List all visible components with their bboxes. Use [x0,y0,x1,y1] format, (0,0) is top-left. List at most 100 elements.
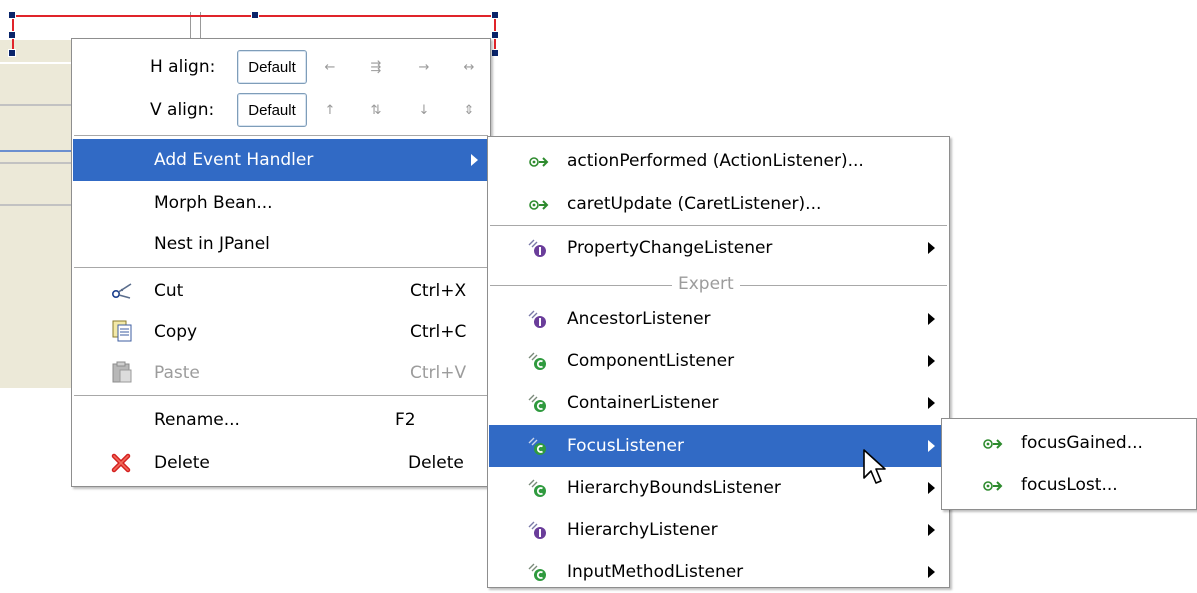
mouse-cursor-icon [862,448,888,493]
align-fill-v-icon[interactable]: ⇕ [457,103,481,118]
menu-item-property-change-listener[interactable]: PropertyChangeListener [489,227,948,269]
align-bottom-icon[interactable]: ↓ [412,103,436,118]
submenu-arrow-icon [928,524,935,536]
align-fill-h-icon[interactable]: ↔ [457,60,481,75]
menu-item-label: Delete [154,453,210,473]
menu-shortcut: Delete [408,453,464,473]
resize-handle[interactable] [491,49,499,57]
resize-handle[interactable] [251,11,259,19]
menu-item-focus-lost[interactable]: focusLost... [943,465,1195,505]
interface-listener-icon [527,308,549,335]
submenu-arrow-icon [928,397,935,409]
menu-item-action-performed[interactable]: actionPerformed (ActionListener)... [489,139,948,183]
menu-item-delete[interactable]: Delete Delete [73,442,489,484]
align-center-v-icon[interactable]: ⇅ [364,103,388,118]
resize-handle[interactable] [491,11,499,19]
menu-item-label: Rename... [154,410,240,430]
menu-item-label: actionPerformed (ActionListener)... [567,151,864,171]
menu-item-label: Copy [154,322,198,342]
menu-separator [74,395,488,396]
class-listener-icon [527,435,549,462]
v-align-row: V align: Default ↑ ⇅ ↓ ⇕ [73,91,489,129]
event-method-icon [983,436,1005,456]
scissors-icon [111,281,133,306]
submenu-arrow-icon [928,355,935,367]
menu-item-rename[interactable]: Rename... F2 [73,399,489,441]
event-handler-submenu: actionPerformed (ActionListener)... care… [487,136,950,588]
menu-item-label: ComponentListener [567,351,735,371]
align-center-h-icon[interactable]: ⇶ [364,60,388,75]
submenu-arrow-icon [928,313,935,325]
resize-handle[interactable] [491,31,499,39]
menu-item-container-listener[interactable]: ContainerListener [489,382,948,424]
menu-item-label: Nest in JPanel [154,234,270,254]
menu-shortcut: F2 [395,410,416,430]
menu-item-label: InputMethodListener [567,562,744,582]
menu-separator [490,225,947,226]
menu-item-label: caretUpdate (CaretListener)... [567,194,822,214]
menu-item-copy[interactable]: Copy Ctrl+C [73,312,489,352]
menu-item-add-event-handler[interactable]: Add Event Handler [73,139,489,181]
menu-item-label: Cut [154,281,184,301]
canvas-divider [0,104,72,106]
menu-item-label: focusGained... [1021,433,1143,453]
resize-handle[interactable] [8,49,16,57]
context-menu: H align: Default ← ⇶ → ↔ V align: Defaul… [71,38,491,487]
h-align-select[interactable]: Default [237,50,307,84]
resize-handle[interactable] [8,11,16,19]
submenu-arrow-icon [928,440,935,452]
resize-handle[interactable] [8,31,16,39]
menu-item-label: PropertyChangeListener [567,238,773,258]
menu-item-caret-update[interactable]: caretUpdate (CaretListener)... [489,183,948,225]
canvas-divider [0,204,72,206]
menu-item-label: Add Event Handler [154,150,314,170]
menu-shortcut: Ctrl+C [410,322,467,342]
menu-item-label: ContainerListener [567,393,719,413]
menu-item-label: FocusListener [567,436,684,456]
class-listener-icon [527,350,549,377]
menu-shortcut: Ctrl+V [410,363,467,383]
submenu-arrow-icon [471,154,478,166]
event-method-icon [983,478,1005,498]
copy-icon [111,320,133,347]
event-method-icon [529,154,551,174]
menu-item-nest-in-jpanel[interactable]: Nest in JPanel [73,223,489,265]
submenu-arrow-icon [928,482,935,494]
interface-listener-icon [527,237,549,264]
interface-listener-icon [527,519,549,546]
menu-item-morph-bean[interactable]: Morph Bean... [73,182,489,224]
class-listener-icon [527,392,549,419]
menu-item-label: HierarchyListener [567,520,718,540]
menu-item-label: focusLost... [1021,475,1118,495]
menu-item-label: Paste [154,363,200,383]
menu-item-paste[interactable]: Paste Ctrl+V [73,353,489,393]
menu-item-cut[interactable]: Cut Ctrl+X [73,271,489,311]
class-listener-icon [527,477,549,504]
v-align-label: V align: [150,100,215,120]
menu-item-ancestor-listener[interactable]: AncestorListener [489,299,948,339]
delete-x-icon [111,453,131,478]
expert-label: Expert [672,274,740,294]
class-listener-icon [527,561,549,588]
menu-item-focus-gained[interactable]: focusGained... [943,423,1195,463]
menu-item-input-method-listener[interactable]: InputMethodListener [489,551,948,593]
menu-item-hierarchy-listener[interactable]: HierarchyListener [489,509,948,551]
v-align-select[interactable]: Default [237,93,307,127]
focus-listener-submenu: focusGained... focusLost... [941,418,1197,510]
menu-separator [74,267,488,268]
align-left-icon[interactable]: ← [318,60,342,75]
canvas-panel [0,40,72,388]
menu-item-component-listener[interactable]: ComponentListener [489,340,948,382]
canvas-divider [0,162,72,164]
align-right-icon[interactable]: → [412,60,436,75]
event-method-icon [529,197,551,217]
canvas-divider [0,62,72,64]
h-align-row: H align: Default ← ⇶ → ↔ [73,48,489,86]
align-top-icon[interactable]: ↑ [318,103,342,118]
menu-shortcut: Ctrl+X [410,281,467,301]
h-align-label: H align: [150,57,216,77]
menu-item-label: Morph Bean... [154,193,273,213]
menu-item-label: AncestorListener [567,309,711,329]
canvas-divider [0,150,72,152]
menu-item-label: HierarchyBoundsListener [567,478,781,498]
